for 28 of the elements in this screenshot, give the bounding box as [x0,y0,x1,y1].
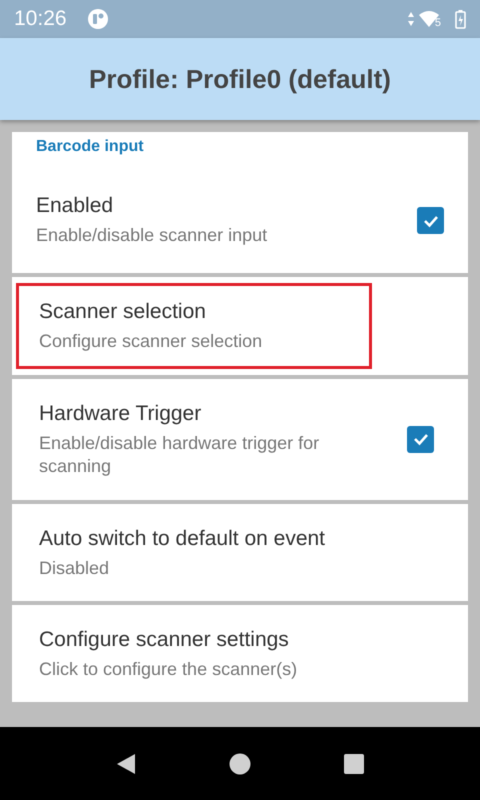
setting-title: Configure scanner settings [39,628,290,652]
wifi-icon [418,10,439,28]
data-arrows-icon [406,11,415,27]
back-icon[interactable] [115,752,137,774]
status-time: 10:26 [14,7,67,31]
setting-title: Enabled [36,194,114,218]
setting-summary: Disabled [39,556,110,580]
app-notification-icon [86,8,109,30]
setting-title: Auto switch to default on event [39,526,326,551]
setting-summary: Enable/disable hardware trigger for scanning [39,432,320,478]
setting-item[interactable]: Scanner selection Configure scanner selection [12,277,468,375]
screen-title: Profile: Profile0 (default) [89,64,391,94]
setting-title: Scanner selection [39,300,207,324]
setting-title: Hardware Trigger [39,402,202,426]
battery-icon [455,9,466,29]
setting-item[interactable]: Configure scanner settings Click to configure the scanner(s) [12,604,468,702]
setting-summary: Enable/disable scanner input [36,224,268,247]
checkbox[interactable] [407,426,434,453]
setting-item[interactable]: Auto switch to default on event Disabled [12,504,468,601]
signal-label: 5 [434,17,441,29]
setting-summary: Configure scanner selection [39,330,264,354]
home-icon[interactable] [229,752,251,774]
setting-item[interactable]: Hardware Trigger Enable/disable hardware trigger for scanning [12,378,468,500]
setting-item[interactable]: Enabled Enable/disable scanner input [36,194,444,248]
section-header: Barcode input [36,138,145,156]
setting-summary: Click to configure the scanner(s) [39,658,298,681]
recents-icon[interactable] [343,752,365,774]
checkbox[interactable] [417,207,444,234]
